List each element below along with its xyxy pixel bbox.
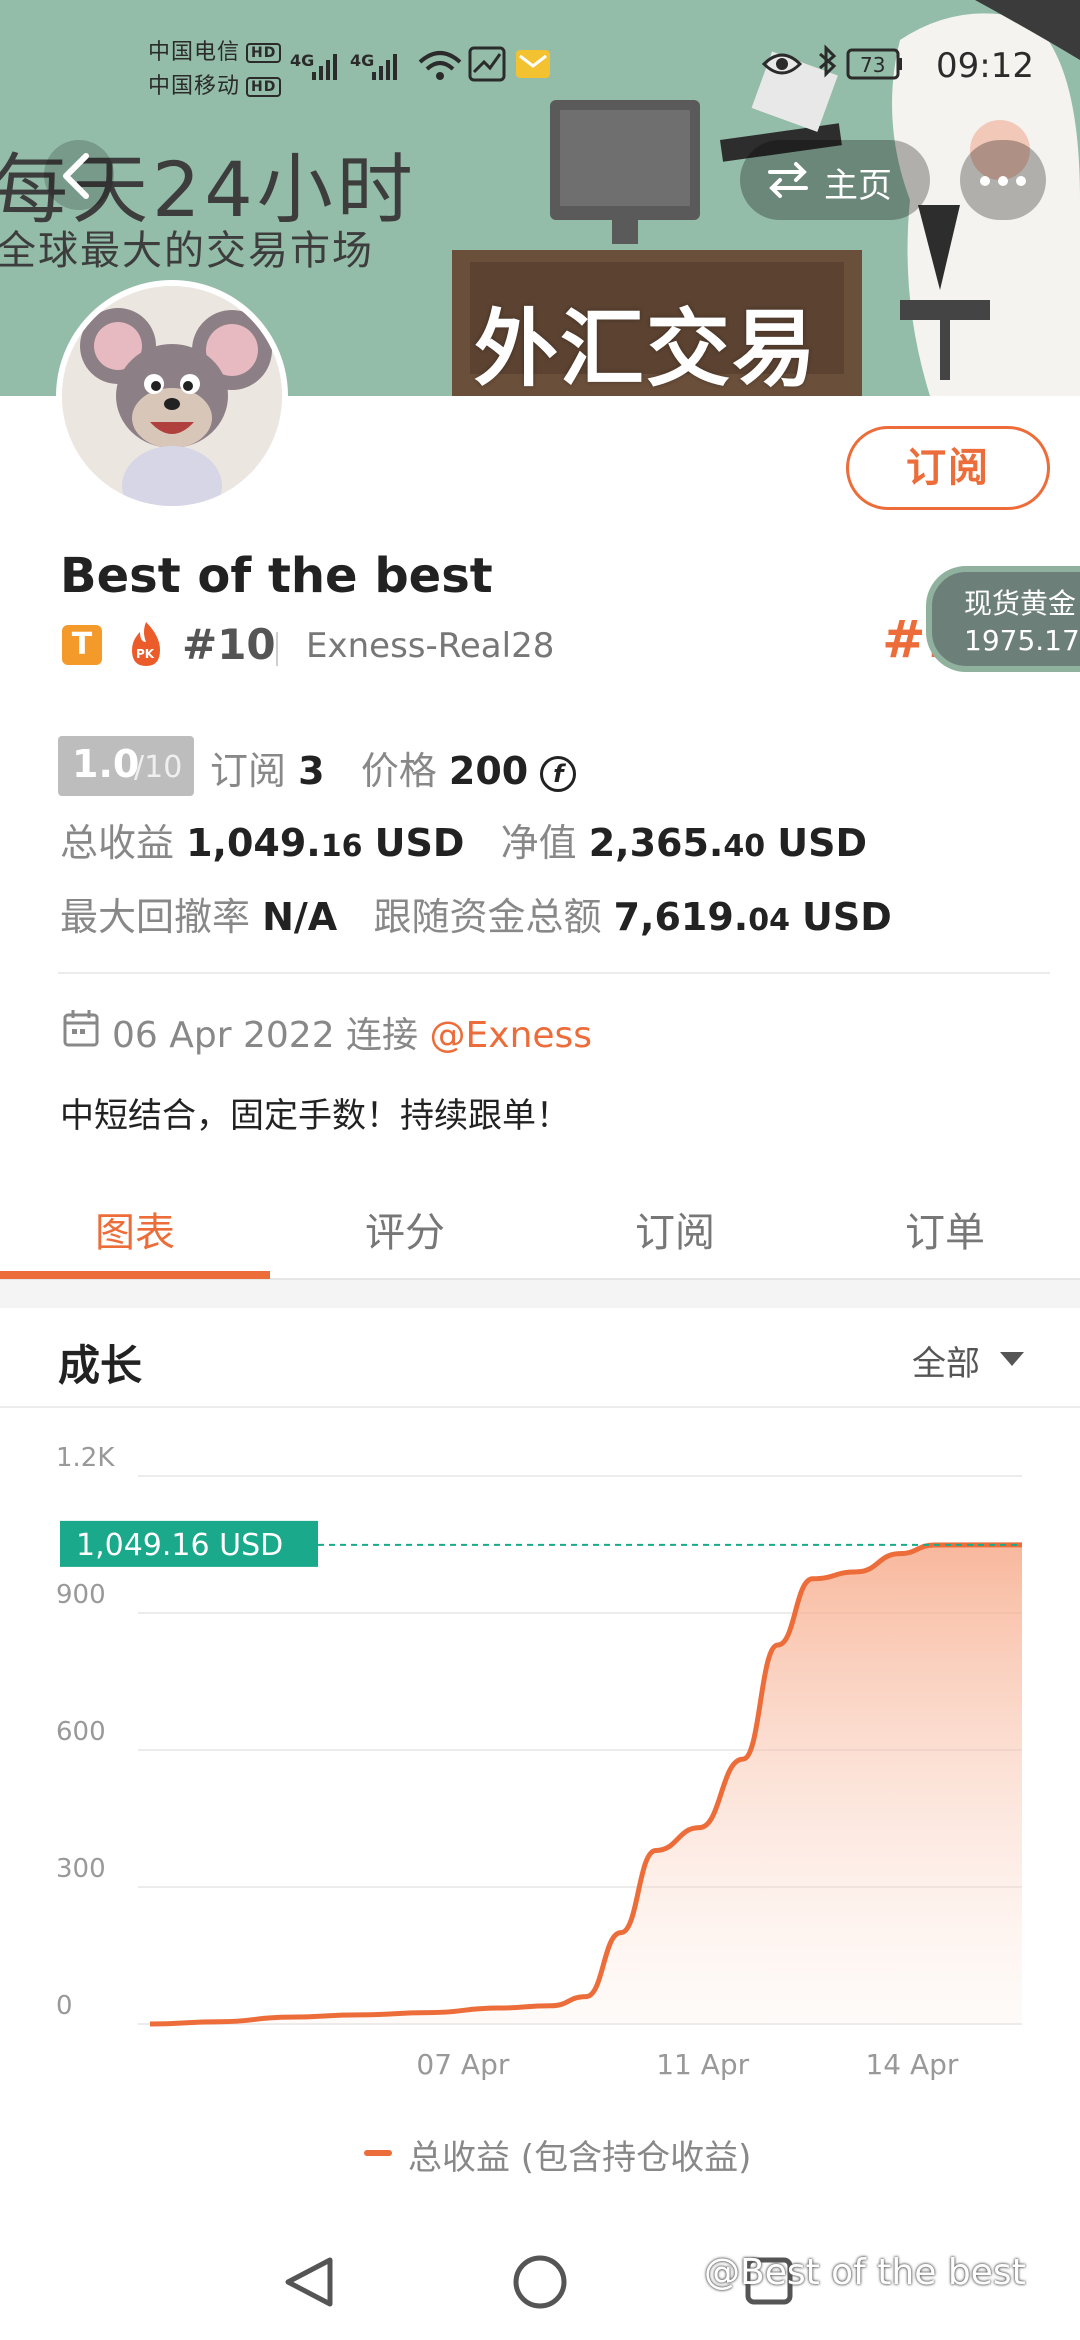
gold-ticker-label: 现货黄金 [964,587,1077,620]
range-select[interactable]: 全部 [912,1336,980,1385]
divider [276,632,278,666]
strategy-description: 中短结合，固定手数！持续跟单！ [60,1096,570,1136]
caret-down-icon [1000,1352,1024,1366]
y-tick-label: 0 [56,1991,73,2021]
home-button[interactable]: 主页 [740,140,930,220]
max-drawdown-value: N/A [262,895,338,939]
swap-icon [768,162,808,198]
y-tick-label: 900 [56,1580,106,1610]
signal-wifi-icons: 4G 4G [290,46,550,82]
account-label: Exness-Real28 [306,626,555,666]
connection-date: 06 Apr 2022 [112,1015,335,1056]
status-bar: 中国电信 HD 中国移动 HD 4G 4G 73 09:12 [0,0,1080,110]
tab-chart[interactable]: 图表 [0,1200,270,1258]
more-options-button[interactable] [960,140,1046,220]
avatar[interactable] [56,280,288,512]
score-max: /10 [134,750,183,785]
coin-icon: f [540,756,577,792]
status-time: 09:12 [936,46,1034,86]
follow-funds-value: 7,619.04 [613,895,790,939]
svg-text:73: 73 [860,53,885,77]
svg-text:PK: PK [136,647,155,661]
gold-price-ticker[interactable]: 现货黄金 1975.17 [926,566,1080,672]
chevron-left-icon [63,153,89,199]
y-tick-label: 300 [56,1854,106,1884]
connection-info: 06 Apr 2022 连接 @Exness [112,1015,593,1056]
score-value: 1.0 [72,742,140,786]
stat-drawdown-follow: 最大回撤率 N/A 跟随资金总额 7,619.04 USD [60,895,892,939]
tab-subscriptions[interactable]: 订阅 [540,1200,810,1258]
subscriptions-value: 3 [298,749,325,793]
pk-flame-icon: PK [132,622,160,666]
banner-subtitle: 全球最大的交易市场 [0,228,374,274]
current-value-label: 1,049.16 USD [76,1528,283,1563]
section-divider [58,972,1050,974]
rank-label: #10 [182,620,276,669]
watermark: @Best of the best [704,2252,1026,2293]
total-profit-value: 1,049.16 [186,821,363,865]
stat-subscriptions-price: 订阅 3 价格 200 f [210,740,577,795]
x-tick-label: 11 Apr [656,2048,749,2081]
x-tick-label: 07 Apr [416,2048,509,2081]
subscribe-button[interactable]: 订阅 [846,426,1050,510]
svg-text:4G: 4G [350,51,374,70]
calendar-icon [63,1010,99,1047]
gold-ticker-price: 1975.17 [964,624,1080,657]
equity-value: 2,365.40 [588,821,766,865]
trader-badge: T [62,625,102,665]
y-tick-label: 1.2K [56,1443,115,1473]
carrier-2: 中国移动 HD [148,68,282,100]
tab-orders[interactable]: 订单 [810,1200,1080,1258]
price-value: 200 [448,749,529,793]
home-button-label: 主页 [824,166,892,206]
tab-bar: 图表 评分 订阅 订单 [0,1170,1080,1280]
svg-text:4G: 4G [290,51,314,70]
growth-chart: 0 300 600 900 1.2K 1,049.16 USD 07 Apr 11 Apr 14… [56,1443,1023,2081]
chart-header: 成长 全部 [0,1308,1080,1408]
trader-name: Best of the best [60,548,493,604]
back-button[interactable] [44,140,114,210]
carrier-1: 中国电信 HD [148,34,282,66]
x-tick-label: 14 Apr [865,2048,958,2081]
score-badge: 1.0 /10 [58,736,194,796]
y-tick-label: 600 [56,1717,106,1747]
legend-label: 总收益 (包含持仓收益) [408,2138,752,2178]
nav-back-icon [285,2257,333,2307]
banner-sign-text: 外汇交易 [474,300,819,396]
section-gap [0,1280,1080,1308]
stat-profit-equity: 总收益 1,049.16 USD 净值 2,365.40 USD [60,821,867,865]
active-tab-indicator [0,1271,270,1279]
more-dots-icon [980,176,990,186]
broker-link[interactable]: @Exness [430,1015,593,1056]
tab-rating[interactable]: 评分 [270,1200,540,1258]
series-area [150,1544,1022,2024]
chart-title: 成长 [58,1341,143,1390]
nav-home-icon [513,2255,567,2309]
legend-swatch [364,2150,392,2156]
mouse-cartoon-avatar [62,286,282,506]
